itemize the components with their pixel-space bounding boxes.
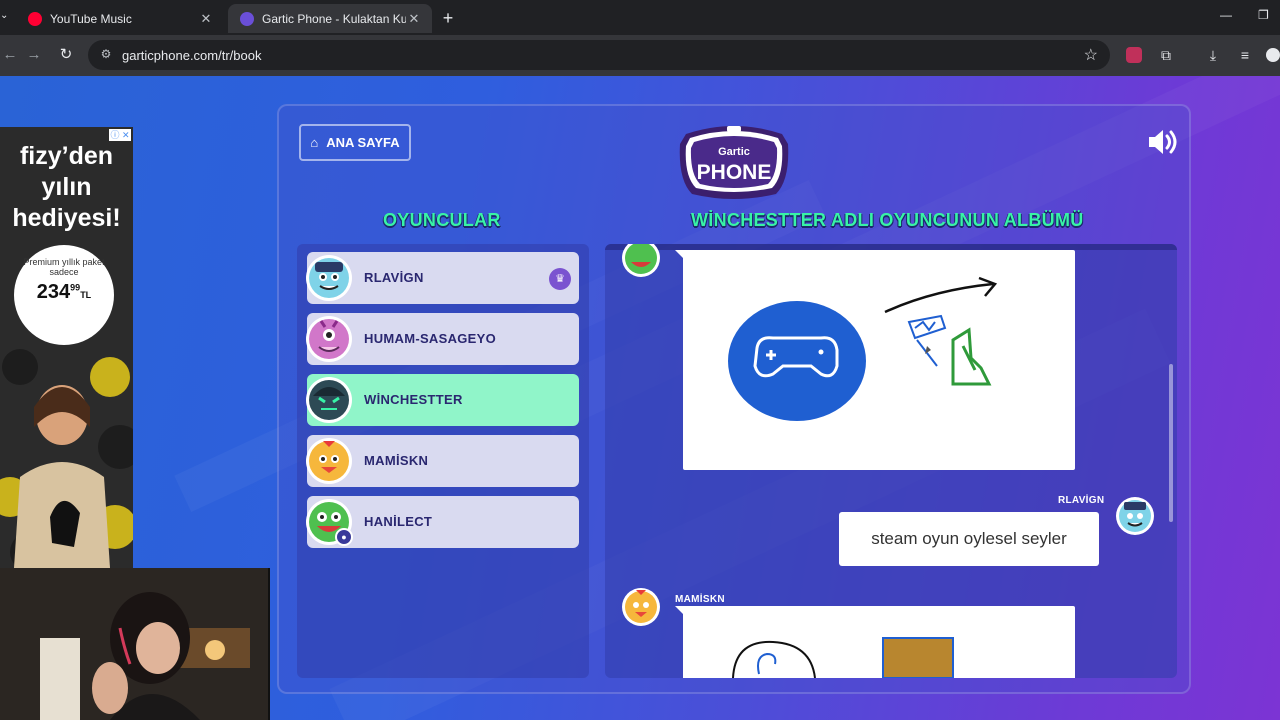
reload-icon[interactable]: ↻ <box>56 45 76 65</box>
media-control-icon[interactable]: ≡ <box>1236 46 1254 64</box>
player-name: MAMİSKN <box>364 453 429 468</box>
player-avatar <box>306 377 352 423</box>
player-name: WİNCHESTTER <box>364 392 463 407</box>
album-heading: WİNCHESTTER ADLI OYUNCUNUN ALBÜMÜ <box>691 210 1084 230</box>
author-avatar <box>622 588 660 626</box>
new-tab-button[interactable]: + <box>440 8 456 29</box>
home-button[interactable]: ⌂ ANA SAYFA <box>299 124 411 161</box>
ad-price: 23499TL <box>36 281 92 303</box>
site-settings-icon[interactable]: ⚙ <box>98 47 114 63</box>
drawing-card <box>675 250 1075 470</box>
drawing-canvas <box>728 276 998 421</box>
ad-info-icon[interactable]: ⓘ ✕ <box>109 129 131 141</box>
game-container: ⌂ ANA SAYFA Gartic PHONE OYUNCULAR WİNCH… <box>277 104 1191 694</box>
forward-icon[interactable]: → <box>24 45 44 65</box>
gartic-phone-icon <box>240 11 254 26</box>
ad-person-image <box>0 349 133 568</box>
bookmark-star-icon[interactable]: ☆ <box>1084 45 1098 65</box>
maximize-icon[interactable]: ❐ <box>1258 8 1269 22</box>
players-heading: OYUNCULAR <box>383 210 501 230</box>
player-row[interactable]: MAMİSKN <box>306 435 579 487</box>
ad-headline: fizy’den yılın hediyesi! <box>12 142 121 232</box>
tab-gartic-phone[interactable]: Gartic Phone - Kulaktan Kulağa ✕ <box>228 4 432 33</box>
gartic-phone-logo: Gartic PHONE <box>679 126 789 199</box>
author-avatar <box>1116 497 1154 535</box>
download-icon[interactable]: ⤓ <box>1204 46 1222 64</box>
player-avatar <box>306 316 352 362</box>
album-scrollbar[interactable] <box>1169 364 1173 522</box>
drawing-card <box>675 606 1075 678</box>
close-icon[interactable]: ✕ <box>406 11 422 27</box>
player-row[interactable]: HUMAM-SASAGEYO <box>306 313 579 365</box>
player-row[interactable]: ● HANİLECT <box>306 496 579 548</box>
tab-title: Gartic Phone - Kulaktan Kulağa <box>262 11 406 26</box>
player-avatar <box>306 255 352 301</box>
browser-toolbar: ← → ↻ ⚙ garticphone.com/tr/book ☆ ⧉ ⤓ ≡ <box>0 35 1280 76</box>
author-name: MAMİSKN <box>675 594 725 605</box>
browser-tab-bar: ⌄ YouTube Music ✕ Gartic Phone - Kulakta… <box>0 0 1280 35</box>
ad-badge-text: Premium yıllık paket sadece <box>23 257 105 277</box>
back-icon[interactable]: ← <box>0 45 20 65</box>
extensions-puzzle-icon[interactable]: ⧉ <box>1157 46 1175 64</box>
advertisement[interactable]: ⓘ ✕ fizy’den yılın hediyesi! Premium yıl… <box>0 127 133 568</box>
speaker-icon[interactable] <box>1147 128 1179 156</box>
crown-icon: ♛ <box>549 268 571 290</box>
self-user-icon: ● <box>335 528 353 546</box>
player-name: RLAVİGN <box>364 270 424 285</box>
album-panel: RLAVİGN steam oyun oylesel seyler MAMİSK… <box>605 244 1177 678</box>
guess-text-card: steam oyun oylesel seyler <box>839 512 1099 566</box>
tab-youtube-music[interactable]: YouTube Music ✕ <box>16 4 224 33</box>
logo-top-text: Gartic <box>718 146 750 158</box>
author-name: RLAVİGN <box>1058 495 1105 506</box>
author-avatar <box>622 244 660 277</box>
youtube-music-icon <box>28 11 42 26</box>
guess-text: steam oyun oylesel seyler <box>871 529 1067 548</box>
extension-icon[interactable] <box>1126 47 1142 63</box>
minimize-icon[interactable]: — <box>1220 8 1232 22</box>
ad-price-badge: Premium yıllık paket sadece 23499TL <box>14 245 114 345</box>
players-panel: RLAVİGN ♛ HUMAM-SASAGEYO WİNCHESTTER MAM… <box>297 244 589 678</box>
tab-search-icon[interactable]: ⌄ <box>0 10 10 21</box>
webcam-overlay <box>0 568 270 720</box>
player-name: HUMAM-SASAGEYO <box>364 331 497 346</box>
home-button-label: ANA SAYFA <box>326 135 400 150</box>
address-bar[interactable]: ⚙ garticphone.com/tr/book ☆ <box>88 40 1110 70</box>
profile-avatar[interactable] <box>1266 48 1280 62</box>
tab-title: YouTube Music <box>50 11 132 26</box>
drawing-canvas <box>732 637 954 678</box>
close-icon[interactable]: ✕ <box>198 11 214 27</box>
player-row[interactable]: RLAVİGN ♛ <box>306 252 579 304</box>
url-text[interactable]: garticphone.com/tr/book <box>122 48 261 63</box>
home-icon: ⌂ <box>310 135 319 150</box>
page-content: ⌂ ANA SAYFA Gartic PHONE OYUNCULAR WİNCH… <box>0 76 1280 720</box>
player-row-active[interactable]: WİNCHESTTER <box>306 374 579 426</box>
logo-main-text: PHONE <box>697 161 772 184</box>
player-avatar <box>306 438 352 484</box>
player-name: HANİLECT <box>364 514 433 529</box>
